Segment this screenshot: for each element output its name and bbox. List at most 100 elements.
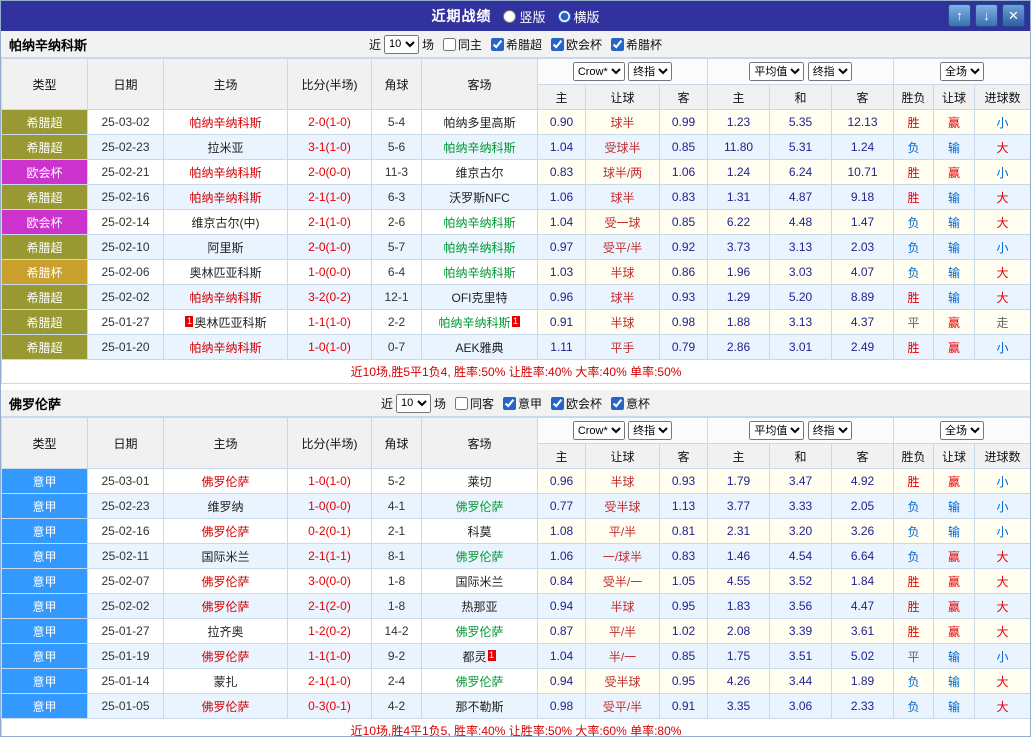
away-team-cell[interactable]: OFI克里特 — [422, 285, 538, 310]
score-cell[interactable]: 3-0(0-0) — [288, 569, 372, 594]
home-team-cell[interactable]: 维京古尔(中) — [164, 210, 288, 235]
home-team-cell[interactable]: 拉米亚 — [164, 135, 288, 160]
score-cell[interactable]: 1-1(1-0) — [288, 644, 372, 669]
scroll-up-button[interactable]: ↑ — [948, 4, 971, 27]
close-button[interactable]: ✕ — [1002, 4, 1025, 27]
away-team-cell[interactable]: 帕纳辛纳科斯 — [422, 135, 538, 160]
match-count-select[interactable]: 10 — [396, 394, 431, 413]
league-filter-checkbox[interactable]: 欧会杯 — [551, 395, 602, 412]
layout-radio-horizontal[interactable]: 横版 — [558, 7, 600, 26]
home-team-cell[interactable]: 佛罗伦萨 — [164, 594, 288, 619]
away-team-cell[interactable]: AEK雅典 — [422, 335, 538, 360]
away-team-cell[interactable]: 热那亚 — [422, 594, 538, 619]
same-venue-checkbox[interactable]: 同客 — [455, 395, 494, 412]
score-cell[interactable]: 2-0(0-0) — [288, 160, 372, 185]
handicap-odds-group-header: Crow* 终指 — [538, 418, 708, 444]
league-filter-checkbox[interactable]: 意甲 — [503, 395, 542, 412]
home-team-cell[interactable]: 国际米兰 — [164, 544, 288, 569]
layout-radio-vertical[interactable]: 竖版 — [503, 7, 545, 26]
home-team-cell[interactable]: 奥林匹亚科斯 — [164, 260, 288, 285]
league-filter-checkbox-input[interactable] — [611, 38, 624, 51]
home-team-cell[interactable]: 拉齐奥 — [164, 619, 288, 644]
score-cell[interactable]: 2-1(1-0) — [288, 185, 372, 210]
scroll-down-button[interactable]: ↓ — [975, 4, 998, 27]
away-team-cell[interactable]: 帕纳辛纳科斯 — [422, 210, 538, 235]
away-team-cell[interactable]: 莱切 — [422, 469, 538, 494]
home-team-cell[interactable]: 帕纳辛纳科斯 — [164, 160, 288, 185]
away-team-cell[interactable]: 沃罗斯NFC — [422, 185, 538, 210]
score-cell[interactable]: 1-0(1-0) — [288, 469, 372, 494]
same-venue-checkbox-input[interactable] — [443, 38, 456, 51]
league-filter-checkbox-input[interactable] — [551, 38, 564, 51]
handicap-odds-type-select[interactable]: 终指 — [628, 62, 672, 81]
europe-odds-source-select[interactable]: 平均值 — [749, 62, 804, 81]
europe-odds-group-header: 平均值 终指 — [708, 418, 894, 444]
score-cell[interactable]: 0-3(0-1) — [288, 694, 372, 719]
home-team-cell[interactable]: 维罗纳 — [164, 494, 288, 519]
away-team-cell[interactable]: 帕纳辛纳科斯 — [422, 260, 538, 285]
europe-odds-source-select[interactable]: 平均值 — [749, 421, 804, 440]
home-team-cell[interactable]: 佛罗伦萨 — [164, 569, 288, 594]
home-team-cell[interactable]: 阿里斯 — [164, 235, 288, 260]
same-venue-checkbox[interactable]: 同主 — [443, 36, 482, 53]
league-filter-checkbox-input[interactable] — [491, 38, 504, 51]
score-cell[interactable]: 1-0(0-0) — [288, 494, 372, 519]
away-team-cell[interactable]: 佛罗伦萨 — [422, 669, 538, 694]
score-cell[interactable]: 2-1(1-1) — [288, 544, 372, 569]
home-team-cell[interactable]: 1奥林匹亚科斯 — [164, 310, 288, 335]
score-cell[interactable]: 1-1(1-0) — [288, 310, 372, 335]
away-team-cell[interactable]: 帕纳辛纳科斯1 — [422, 310, 538, 335]
bookmaker-select[interactable]: Crow* — [573, 421, 625, 440]
home-team-cell[interactable]: 佛罗伦萨 — [164, 644, 288, 669]
score-cell[interactable]: 2-1(1-0) — [288, 669, 372, 694]
handicap-line: 半球 — [586, 310, 660, 335]
match-scope-select[interactable]: 全场 — [940, 421, 984, 440]
same-venue-checkbox-input[interactable] — [455, 397, 468, 410]
league-filter-checkbox[interactable]: 希腊超 — [491, 36, 542, 53]
europe-odds-type-select[interactable]: 终指 — [808, 421, 852, 440]
score-cell[interactable]: 0-2(0-1) — [288, 519, 372, 544]
home-team-cell[interactable]: 蒙扎 — [164, 669, 288, 694]
score-cell[interactable]: 2-1(1-0) — [288, 210, 372, 235]
match-count-select[interactable]: 10 — [384, 35, 419, 54]
home-team-cell[interactable]: 佛罗伦萨 — [164, 519, 288, 544]
score-cell[interactable]: 3-1(1-0) — [288, 135, 372, 160]
avg-home-odds: 1.88 — [708, 310, 770, 335]
score-cell[interactable]: 1-0(1-0) — [288, 335, 372, 360]
home-team-cell[interactable]: 佛罗伦萨 — [164, 469, 288, 494]
away-team-cell[interactable]: 科莫 — [422, 519, 538, 544]
bookmaker-select[interactable]: Crow* — [573, 62, 625, 81]
home-team-cell[interactable]: 佛罗伦萨 — [164, 694, 288, 719]
home-team-cell[interactable]: 帕纳辛纳科斯 — [164, 185, 288, 210]
away-team-cell[interactable]: 都灵1 — [422, 644, 538, 669]
league-badge: 意甲 — [2, 669, 88, 694]
league-filter-checkbox-input[interactable] — [503, 397, 516, 410]
league-filter-checkbox[interactable]: 意杯 — [611, 395, 650, 412]
away-team-cell[interactable]: 佛罗伦萨 — [422, 544, 538, 569]
home-team-cell[interactable]: 帕纳辛纳科斯 — [164, 110, 288, 135]
score-cell[interactable]: 2-1(2-0) — [288, 594, 372, 619]
match-scope-select[interactable]: 全场 — [940, 62, 984, 81]
home-team-cell[interactable]: 帕纳辛纳科斯 — [164, 335, 288, 360]
away-team-cell[interactable]: 帕纳辛纳科斯 — [422, 235, 538, 260]
home-team-cell[interactable]: 帕纳辛纳科斯 — [164, 285, 288, 310]
away-team-cell[interactable]: 帕纳多里高斯 — [422, 110, 538, 135]
handicap-odds-type-select[interactable]: 终指 — [628, 421, 672, 440]
score-cell[interactable]: 2-0(1-0) — [288, 235, 372, 260]
horizontal-radio-input[interactable] — [558, 10, 571, 23]
league-filter-checkbox-input[interactable] — [551, 397, 564, 410]
score-cell[interactable]: 3-2(0-2) — [288, 285, 372, 310]
away-team-cell[interactable]: 那不勒斯 — [422, 694, 538, 719]
vertical-radio-input[interactable] — [503, 10, 516, 23]
score-cell[interactable]: 1-2(0-2) — [288, 619, 372, 644]
away-team-cell[interactable]: 佛罗伦萨 — [422, 494, 538, 519]
score-cell[interactable]: 1-0(0-0) — [288, 260, 372, 285]
league-filter-checkbox-input[interactable] — [611, 397, 624, 410]
league-filter-checkbox[interactable]: 欧会杯 — [551, 36, 602, 53]
score-cell[interactable]: 2-0(1-0) — [288, 110, 372, 135]
away-team-cell[interactable]: 佛罗伦萨 — [422, 619, 538, 644]
europe-odds-type-select[interactable]: 终指 — [808, 62, 852, 81]
away-team-cell[interactable]: 国际米兰 — [422, 569, 538, 594]
away-team-cell[interactable]: 维京古尔 — [422, 160, 538, 185]
league-filter-checkbox[interactable]: 希腊杯 — [611, 36, 662, 53]
